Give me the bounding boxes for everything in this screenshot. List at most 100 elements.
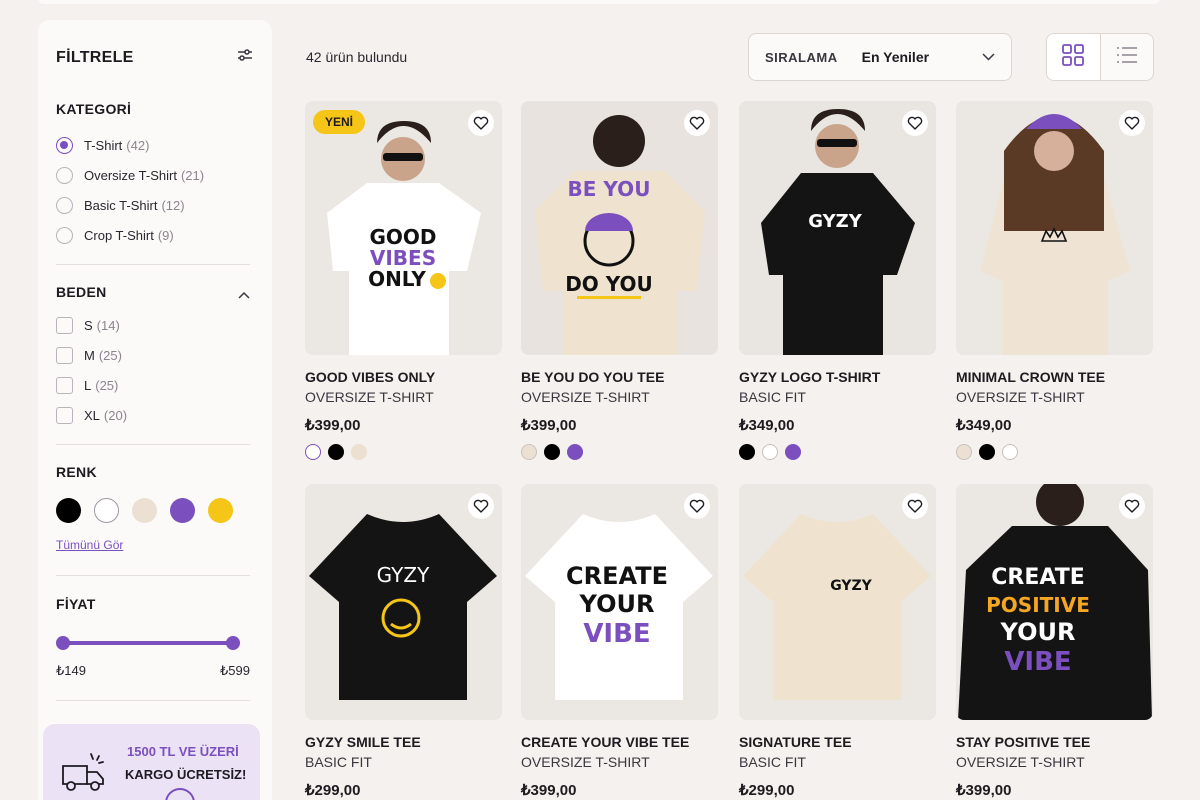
sort-dropdown[interactable]: SIRALAMA En Yeniler (748, 33, 1012, 81)
product-price: ₺349,00 (739, 417, 795, 434)
product-image[interactable]: GYZY (739, 484, 936, 720)
radio[interactable] (56, 167, 73, 184)
product-card[interactable]: CREATE YOUR VIBE CREATE YOUR VIBE TEE OV… (521, 484, 718, 799)
shirt-print-line: VIBE (583, 619, 650, 649)
product-image[interactable] (956, 101, 1153, 355)
divider (56, 700, 250, 701)
product-name[interactable]: SIGNATURE TEE (739, 734, 936, 750)
product-category: OVERSIZE T-SHIRT (521, 754, 650, 770)
checkbox[interactable] (56, 377, 73, 394)
option-label: Oversize T-Shirt (84, 168, 177, 183)
product-price: ₺399,00 (521, 782, 577, 799)
shirt-print-logo: GYZY (830, 578, 872, 594)
color-option[interactable] (544, 444, 560, 460)
product-price: ₺399,00 (521, 417, 577, 434)
heart-icon[interactable] (468, 110, 494, 136)
color-options (739, 444, 936, 460)
price-range-slider[interactable] (56, 636, 240, 650)
color-option[interactable] (739, 444, 755, 460)
product-price: ₺349,00 (956, 417, 1012, 434)
category-option-basic[interactable]: Basic T-Shirt (12) (56, 197, 185, 214)
product-card[interactable]: MINIMAL CROWN TEE OVERSIZE T-SHIRT ₺349,… (956, 101, 1153, 460)
product-name[interactable]: CREATE YOUR VIBE TEE (521, 734, 718, 750)
smiley-icon (165, 788, 195, 800)
color-swatch-purple[interactable] (170, 498, 195, 523)
radio[interactable] (56, 227, 73, 244)
heart-icon[interactable] (468, 493, 494, 519)
shirt-print-line: YOUR (1000, 618, 1076, 646)
color-option[interactable] (351, 444, 367, 460)
product-card[interactable]: BE YOU DO YOU BE YOU DO YOU TEE OVERSIZE… (521, 101, 718, 460)
color-option[interactable] (305, 444, 321, 460)
product-card[interactable]: GYZY SIGNATURE TEE BASIC FIT ₺299,00 (739, 484, 936, 799)
category-option-tshirt[interactable]: T-Shirt (42) (56, 137, 149, 154)
product-card[interactable]: GOOD VIBES ONLY YENİ GOOD VIBES ONLY OVE… (305, 101, 502, 460)
color-swatch-yellow[interactable] (208, 498, 233, 523)
option-label: Crop T-Shirt (84, 228, 154, 243)
heart-icon[interactable] (1119, 493, 1145, 519)
size-title: BEDEN (56, 284, 107, 300)
heart-icon[interactable] (1119, 110, 1145, 136)
color-swatch-black[interactable] (56, 498, 81, 523)
option-label: XL (84, 408, 100, 423)
heart-icon[interactable] (902, 110, 928, 136)
color-swatch-beige[interactable] (132, 498, 157, 523)
size-option-m[interactable]: M (25) (56, 347, 122, 364)
product-photo (956, 101, 1153, 355)
radio[interactable] (56, 197, 73, 214)
category-option-oversize[interactable]: Oversize T-Shirt (21) (56, 167, 204, 184)
color-swatch-white[interactable] (94, 498, 119, 523)
grid-view-button[interactable] (1047, 34, 1101, 80)
product-card[interactable]: CREATE POSITIVE YOUR VIBE STAY POSITIVE … (956, 484, 1153, 799)
product-category: OVERSIZE T-SHIRT (956, 389, 1085, 405)
product-card[interactable]: GYZY GYZY SMILE TEE BASIC FIT ₺299,00 (305, 484, 502, 799)
product-image[interactable]: CREATE POSITIVE YOUR VIBE (956, 484, 1153, 720)
heart-icon[interactable] (684, 493, 710, 519)
product-image[interactable]: GYZY (739, 101, 936, 355)
color-option[interactable] (785, 444, 801, 460)
product-image[interactable]: BE YOU DO YOU (521, 101, 718, 355)
color-option[interactable] (521, 444, 537, 460)
product-name[interactable]: GOOD VIBES ONLY (305, 369, 502, 385)
option-label: M (84, 348, 95, 363)
color-option[interactable] (762, 444, 778, 460)
product-image[interactable]: CREATE YOUR VIBE (521, 484, 718, 720)
heart-icon[interactable] (902, 493, 928, 519)
chevron-up-icon[interactable] (238, 286, 250, 304)
sliders-icon[interactable] (236, 46, 254, 69)
option-label: L (84, 378, 92, 393)
color-option[interactable] (328, 444, 344, 460)
checkbox[interactable] (56, 407, 73, 424)
see-all-colors-link[interactable]: Tümünü Gör (56, 538, 123, 552)
category-option-crop[interactable]: Crop T-Shirt (9) (56, 227, 174, 244)
heart-icon[interactable] (684, 110, 710, 136)
option-label: S (84, 318, 93, 333)
product-card[interactable]: GYZY GYZY LOGO T-SHIRT BASIC FIT ₺349,00 (739, 101, 936, 460)
color-option[interactable] (1002, 444, 1018, 460)
checkbox[interactable] (56, 347, 73, 364)
size-option-l[interactable]: L (25) (56, 377, 118, 394)
list-view-button[interactable] (1101, 34, 1154, 80)
product-image[interactable]: GYZY (305, 484, 502, 720)
product-category: OVERSIZE T-SHIRT (305, 389, 434, 405)
size-option-xl[interactable]: XL (20) (56, 407, 127, 424)
radio-selected[interactable] (56, 137, 73, 154)
color-option[interactable] (567, 444, 583, 460)
checkbox[interactable] (56, 317, 73, 334)
option-count: (12) (161, 198, 185, 213)
product-name[interactable]: GYZY LOGO T-SHIRT (739, 369, 936, 385)
shirt-print-logo: GYZY (808, 211, 862, 232)
product-photo: GYZY (739, 101, 936, 355)
product-image[interactable]: GOOD VIBES ONLY YENİ (305, 101, 502, 355)
size-option-s[interactable]: S (14) (56, 317, 120, 334)
product-price: ₺399,00 (956, 782, 1012, 799)
product-name[interactable]: GYZY SMILE TEE (305, 734, 502, 750)
product-name[interactable]: BE YOU DO YOU TEE (521, 369, 718, 385)
product-name[interactable]: MINIMAL CROWN TEE (956, 369, 1153, 385)
slider-min-handle[interactable] (56, 636, 70, 650)
shirt-print-line: YOUR (579, 590, 655, 618)
color-option[interactable] (956, 444, 972, 460)
color-option[interactable] (979, 444, 995, 460)
product-name[interactable]: STAY POSITIVE TEE (956, 734, 1153, 750)
slider-max-handle[interactable] (226, 636, 240, 650)
